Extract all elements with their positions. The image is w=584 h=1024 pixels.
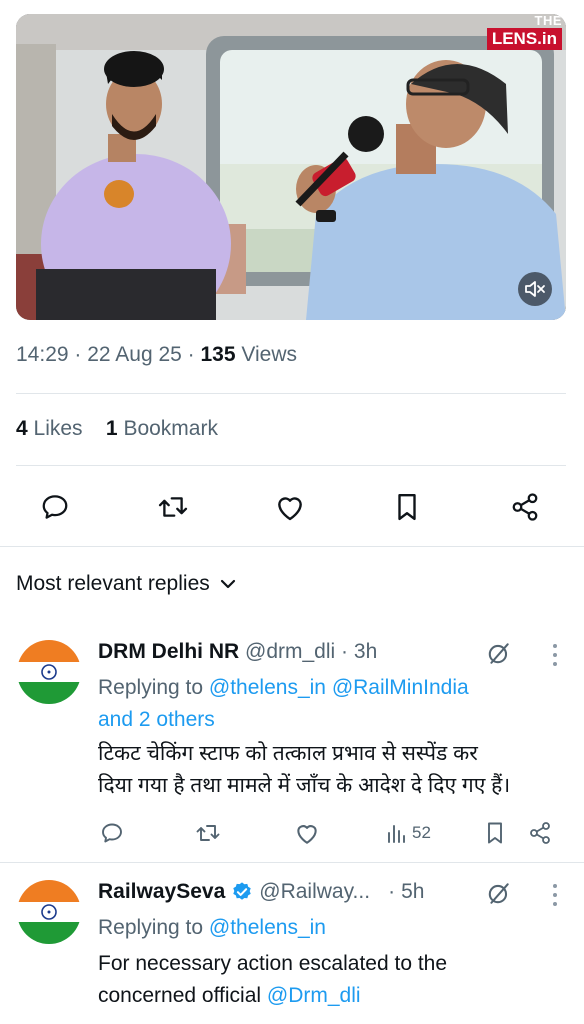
reply-body: For necessary action escalated to the co… bbox=[98, 948, 447, 1012]
watermark-top: THE bbox=[534, 14, 562, 28]
video-player[interactable]: THE LENS.in bbox=[16, 14, 566, 320]
mention-link[interactable]: @Drm_dli bbox=[267, 984, 361, 1007]
reply-text-line: दिया गया है तथा मामले में जाँच के आदेश द… bbox=[98, 774, 511, 797]
reply-icon[interactable] bbox=[100, 818, 124, 848]
more-mentions-link[interactable]: and 2 others bbox=[98, 708, 215, 731]
reply-action-bar: 52 bbox=[0, 818, 584, 848]
bookmarks-label: Bookmark bbox=[123, 417, 218, 440]
reply-author-name[interactable]: RailwaySeva bbox=[98, 880, 225, 904]
views-count: 135 bbox=[200, 343, 236, 366]
reply-text-line: concerned official bbox=[98, 984, 262, 1007]
divider bbox=[16, 393, 566, 394]
replying-prefix: Replying to bbox=[98, 916, 204, 939]
mention-link[interactable]: @thelens_in bbox=[209, 916, 326, 939]
retweet-icon[interactable] bbox=[195, 818, 221, 848]
like-icon[interactable] bbox=[294, 818, 320, 848]
views-label: Views bbox=[241, 343, 298, 366]
more-options-icon[interactable] bbox=[552, 644, 558, 666]
replying-prefix: Replying to bbox=[98, 676, 204, 699]
divider bbox=[16, 465, 566, 466]
reply-text-line-wrap: concerned official @Drm_dli bbox=[98, 980, 447, 1012]
like-icon[interactable] bbox=[273, 490, 307, 524]
views-icon bbox=[388, 825, 405, 843]
more-options-icon[interactable] bbox=[552, 884, 558, 906]
reply-text-line: For necessary action escalated to the bbox=[98, 952, 448, 975]
tweet-action-bar bbox=[0, 486, 584, 528]
reply-author-handle[interactable]: @drm_dli bbox=[245, 640, 335, 663]
divider bbox=[0, 546, 584, 547]
engagement-stats: 4 Likes 1 Bookmark bbox=[16, 417, 218, 441]
bookmark-icon[interactable] bbox=[484, 818, 506, 848]
mention-link[interactable]: @thelens_in bbox=[209, 676, 326, 699]
sort-label: Most relevant replies bbox=[16, 572, 210, 595]
reply-time: 5h bbox=[401, 880, 425, 903]
reply-icon[interactable] bbox=[38, 490, 72, 524]
reply-author-name[interactable]: DRM Delhi NR bbox=[98, 640, 239, 663]
bookmarks-stat[interactable]: 1 Bookmark bbox=[106, 417, 218, 440]
reply-text-line: टिकट चेकिंग स्टाफ को तत्काल प्रभाव से सस… bbox=[98, 742, 478, 765]
tweet-meta: 14:29 · 22 Aug 25 · 135 Views bbox=[16, 343, 298, 366]
views-stat[interactable]: 52 bbox=[386, 818, 431, 848]
likes-label: Likes bbox=[33, 417, 83, 440]
share-icon[interactable] bbox=[528, 818, 552, 848]
reply-header: RailwaySeva @Railway... · 5h bbox=[98, 880, 424, 904]
video-frame bbox=[16, 14, 566, 320]
grok-icon[interactable] bbox=[484, 880, 514, 906]
share-icon[interactable] bbox=[508, 490, 542, 524]
replies-sort-dropdown[interactable]: Most relevant replies bbox=[16, 572, 236, 596]
likes-stat[interactable]: 4 Likes bbox=[16, 417, 83, 440]
time-separator: · bbox=[388, 880, 396, 903]
replying-to: Replying to @thelens_in @RailMinIndia an… bbox=[98, 672, 469, 736]
bookmarks-count: 1 bbox=[105, 417, 118, 440]
views-count: 52 bbox=[412, 823, 431, 842]
tweet-time: 14:29 bbox=[16, 343, 69, 366]
watermark-logo: THE LENS.in bbox=[486, 14, 562, 50]
verified-badge-icon bbox=[233, 882, 251, 900]
tweet-date: 22 Aug 25 bbox=[87, 343, 182, 366]
reply-author-handle[interactable]: @Railway... bbox=[259, 880, 370, 904]
avatar[interactable] bbox=[17, 640, 81, 704]
divider bbox=[0, 862, 584, 863]
reply-header: DRM Delhi NR @drm_dli · 3h bbox=[98, 640, 377, 664]
replying-to: Replying to @thelens_in bbox=[98, 912, 326, 944]
likes-count: 4 bbox=[16, 417, 28, 440]
reply-body: टिकट चेकिंग स्टाफ को तत्काल प्रभाव से सस… bbox=[98, 738, 510, 802]
time-separator: · bbox=[341, 640, 349, 663]
volume-mute-icon[interactable] bbox=[518, 272, 552, 306]
reply-time: 3h bbox=[353, 640, 378, 663]
watermark-brand: LENS.in bbox=[486, 28, 562, 50]
mention-link[interactable]: @RailMinIndia bbox=[332, 676, 469, 699]
retweet-icon[interactable] bbox=[156, 490, 190, 524]
bookmark-icon[interactable] bbox=[390, 490, 424, 524]
grok-icon[interactable] bbox=[484, 640, 514, 666]
chevron-down-icon bbox=[220, 579, 235, 589]
avatar[interactable] bbox=[17, 880, 81, 944]
